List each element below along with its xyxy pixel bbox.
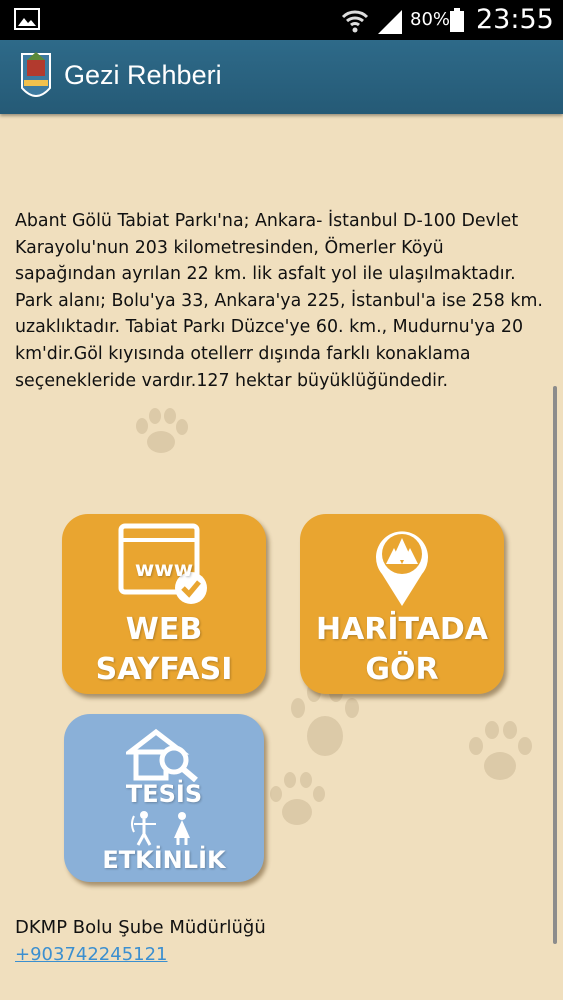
- content-area: Abant Gölü Tabiat Parkı'na; Ankara- İsta…: [0, 114, 563, 1000]
- office-name: DKMP Bolu Şube Müdürlüğü: [15, 917, 266, 938]
- paw-print-icon: [136, 408, 188, 453]
- battery-percent: 80%: [410, 9, 451, 30]
- archery-people-icon: [131, 811, 190, 846]
- facility-activity-button[interactable]: TESİS ETKİNLİK: [64, 714, 264, 882]
- map-button-line2: GÖR: [365, 652, 439, 687]
- paw-print-icon: [270, 772, 325, 825]
- image-notification-icon: [14, 8, 40, 30]
- facility-button-line1: TESİS: [125, 780, 203, 808]
- web-button-line1: WEB: [125, 612, 203, 647]
- action-bar: Gezi Rehberi: [0, 40, 563, 114]
- clock: 23:55: [476, 4, 554, 35]
- wifi-icon: [341, 10, 369, 33]
- paw-print-icon: [469, 721, 532, 780]
- web-button-line2: SAYFASI: [95, 652, 233, 687]
- phone-link[interactable]: +903742245121: [15, 944, 168, 965]
- page-title: Gezi Rehberi: [64, 60, 222, 90]
- www-label: www: [134, 557, 194, 581]
- house-search-icon: [126, 728, 198, 782]
- app-logo-icon[interactable]: [18, 48, 54, 104]
- status-bar: 80% 23:55: [0, 0, 563, 40]
- scrollbar[interactable]: [553, 386, 557, 944]
- map-button-line1: HARİTADA: [315, 612, 489, 647]
- map-pin-icon: [376, 531, 428, 606]
- web-page-button[interactable]: www WEB SAYFASI: [62, 514, 266, 694]
- park-description: Abant Gölü Tabiat Parkı'na; Ankara- İsta…: [15, 211, 543, 391]
- facility-button-line2: ETKİNLİK: [102, 846, 226, 874]
- battery-icon: [450, 8, 464, 32]
- cell-signal-icon: [378, 10, 402, 34]
- show-on-map-button[interactable]: HARİTADA GÖR: [300, 514, 504, 694]
